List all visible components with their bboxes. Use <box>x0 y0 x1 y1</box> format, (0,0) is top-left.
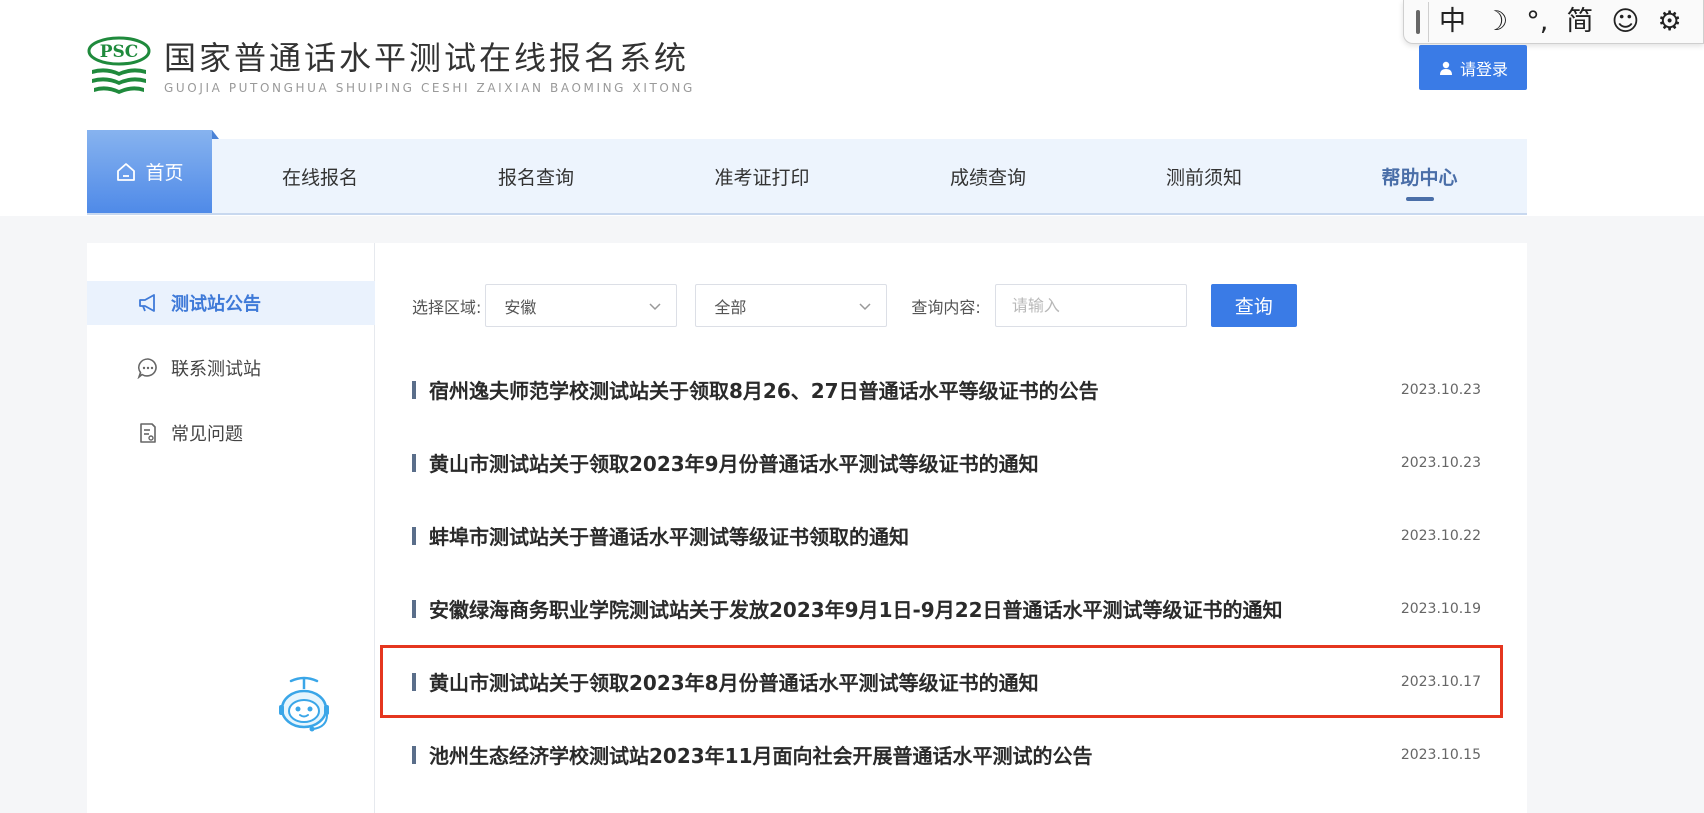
ime-emoji-icon[interactable]: ☺ <box>1611 8 1639 35</box>
region-select-value: 安徽 <box>504 297 537 317</box>
login-button[interactable]: 请登录 <box>1419 45 1527 90</box>
notice-title: 安徽绿海商务职业学院测试站关于发放2023年9月1日-9月22日普通话水平测试等… <box>429 598 1283 622</box>
region-select[interactable]: 安徽 <box>485 284 678 327</box>
sidebar-item-label: 测试站公告 <box>171 294 261 315</box>
login-label: 请登录 <box>1459 59 1508 79</box>
notice-title: 蚌埠市测试站关于普通话水平测试等级证书领取的通知 <box>429 525 909 549</box>
category-select-value: 全部 <box>714 297 747 317</box>
sidebar-item-announcements[interactable]: 测试站公告 <box>87 281 375 325</box>
region-label: 选择区域: <box>412 297 482 317</box>
query-input[interactable] <box>994 284 1187 327</box>
sidebar: 测试站公告 联系测试站 常见问题 <box>87 243 375 813</box>
nav-pre-test-notice[interactable]: 测前须知 <box>1096 139 1312 213</box>
ime-chinese-mode-icon[interactable]: 中 <box>1439 8 1466 35</box>
robot-assistant-icon[interactable] <box>273 675 335 737</box>
category-select[interactable]: 全部 <box>695 284 888 327</box>
ime-settings-icon[interactable]: ⚙ <box>1657 8 1681 35</box>
notice-title: 池州生态经济学校测试站2023年11月面向社会开展普通话水平测试的公告 <box>429 744 1093 768</box>
nav-home-corner <box>212 130 219 139</box>
notice-date: 2023.10.23 <box>1400 454 1481 471</box>
nav-admission-ticket-print[interactable]: 准考证打印 <box>644 139 880 213</box>
ime-punctuation-icon[interactable]: °, <box>1526 8 1548 35</box>
notice-title: 黄山市测试站关于领取2023年8月份普通话水平测试等级证书的通知 <box>429 671 1039 695</box>
sidebar-item-faq[interactable]: 常见问题 <box>87 411 375 455</box>
notice-date: 2023.10.15 <box>1400 746 1481 763</box>
list-item[interactable]: 黄山市测试站关于领取2023年9月份普通话水平测试等级证书的通知 2023.10… <box>380 426 1503 499</box>
megaphone-icon <box>139 294 155 312</box>
chevron-down-icon <box>859 302 871 310</box>
site-title: 国家普通话水平测试在线报名系统 <box>164 39 690 77</box>
chevron-down-icon <box>649 302 661 310</box>
nav-registration-query[interactable]: 报名查询 <box>428 139 644 213</box>
logo-text: PSC <box>100 42 139 62</box>
notice-date: 2023.10.23 <box>1400 381 1481 398</box>
notice-list: 宿州逸夫师范学校测试站关于领取8月26、27日普通话水平等级证书的公告 2023… <box>380 353 1503 791</box>
search-button[interactable]: 查询 <box>1210 284 1297 327</box>
home-icon <box>117 162 136 181</box>
psc-logo-icon: PSC <box>86 36 152 102</box>
document-icon <box>140 423 156 443</box>
notice-title: 宿州逸夫师范学校测试站关于领取8月26、27日普通话水平等级证书的公告 <box>429 379 1099 403</box>
site-logo-group[interactable]: PSC 国家普通话水平测试在线报名系统 GUOJIA PUTONGHUA SHU… <box>86 36 695 102</box>
notice-date: 2023.10.19 <box>1400 600 1481 617</box>
list-item[interactable]: 安徽绿海商务职业学院测试站关于发放2023年9月1日-9月22日普通话水平测试等… <box>380 572 1503 645</box>
nav-home[interactable]: 首页 <box>87 130 219 213</box>
nav-help-center[interactable]: 帮助中心 <box>1312 139 1527 213</box>
sidebar-item-contact[interactable]: 联系测试站 <box>87 346 375 390</box>
nav-home-label: 首页 <box>145 162 184 184</box>
notice-title: 黄山市测试站关于领取2023年9月份普通话水平测试等级证书的通知 <box>429 452 1039 476</box>
sidebar-item-label: 联系测试站 <box>171 359 261 380</box>
ime-separator <box>1428 1 1429 42</box>
ime-drag-handle[interactable] <box>1416 9 1420 34</box>
list-item[interactable]: 蚌埠市测试站关于普通话水平测试等级证书领取的通知 2023.10.22 <box>380 499 1503 572</box>
nav-score-query[interactable]: 成绩查询 <box>880 139 1096 213</box>
sidebar-item-label: 常见问题 <box>171 424 243 445</box>
notice-date: 2023.10.17 <box>1400 673 1481 690</box>
chat-icon <box>137 358 157 379</box>
list-item[interactable]: 宿州逸夫师范学校测试站关于领取8月26、27日普通话水平等级证书的公告 2023… <box>380 353 1503 426</box>
content-panel: 测试站公告 联系测试站 常见问题 选择区域: 安徽 全部 查询内容: 请输入 查… <box>87 243 1527 813</box>
ime-toolbar: 中 ☽ °, 简 ☺ ⚙ <box>1403 0 1704 44</box>
ime-moon-icon[interactable]: ☽ <box>1484 8 1508 35</box>
query-label: 查询内容: <box>911 297 981 317</box>
list-item-highlighted[interactable]: 黄山市测试站关于领取2023年8月份普通话水平测试等级证书的通知 2023.10… <box>380 645 1503 718</box>
ime-simplified-icon[interactable]: 简 <box>1566 8 1593 35</box>
notice-date: 2023.10.22 <box>1400 527 1481 544</box>
main-nav: 首页 在线报名 报名查询 准考证打印 成绩查询 测前须知 帮助中心 <box>87 130 1527 215</box>
nav-online-registration[interactable]: 在线报名 <box>212 139 428 213</box>
filter-bar: 选择区域: 安徽 全部 查询内容: 查询 <box>412 284 1297 327</box>
site-subtitle: GUOJIA PUTONGHUA SHUIPING CESHI ZAIXIAN … <box>164 81 695 95</box>
user-icon <box>1439 61 1452 75</box>
list-item[interactable]: 池州生态经济学校测试站2023年11月面向社会开展普通话水平测试的公告 2023… <box>380 718 1503 791</box>
